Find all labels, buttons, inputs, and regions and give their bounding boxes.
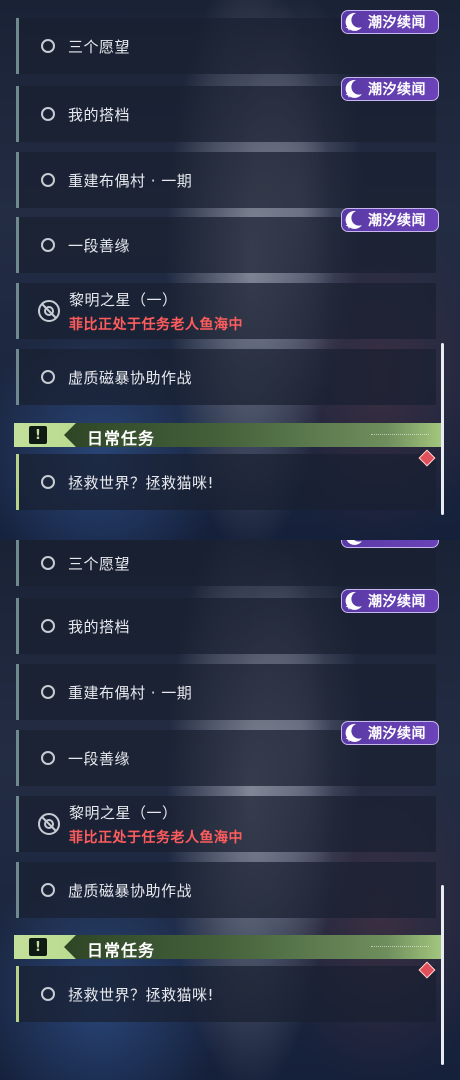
quest-row[interactable]: 虚质磁暴协助作战 — [16, 862, 436, 918]
header-decoration — [371, 946, 429, 950]
quest-list-panel: 潮汐续闻 三个愿望 潮汐续闻 我的搭档 重建布偶村 · 一期 潮汐续闻 一段善缘… — [0, 0, 460, 540]
badge-label: 潮汐续闻 — [368, 15, 426, 31]
header-decoration — [371, 434, 429, 438]
quest-title: 黎明之星（一） — [69, 803, 178, 822]
daily-quest-row[interactable]: 拯救世界？拯救猫咪! — [16, 966, 436, 1022]
tidal-news-badge[interactable]: 潮汐续闻 — [341, 10, 439, 34]
circle-outline-icon — [41, 238, 55, 252]
circle-outline-icon — [41, 39, 55, 53]
exclamation-icon: ! — [29, 938, 47, 956]
circle-outline-icon — [41, 685, 55, 699]
circle-outline-icon — [41, 556, 55, 570]
tidal-news-badge[interactable] — [341, 540, 439, 548]
circle-outline-icon — [41, 107, 55, 121]
quest-title: 虚质磁暴协助作战 — [68, 368, 193, 387]
daily-quests-header[interactable]: ! 日常任务 — [14, 935, 444, 960]
tidal-news-badge[interactable]: 潮汐续闻 — [341, 77, 439, 101]
scrollbar[interactable] — [441, 343, 444, 515]
quest-title: 一段善缘 — [68, 749, 131, 768]
quest-title: 黎明之星（一） — [69, 290, 178, 309]
tidal-news-badge[interactable]: 潮汐续闻 — [341, 721, 439, 745]
section-title: 日常任务 — [87, 941, 156, 960]
quest-title: 三个愿望 — [68, 37, 131, 56]
section-title: 日常任务 — [87, 429, 156, 448]
quest-title: 一段善缘 — [68, 236, 131, 255]
circle-outline-icon — [41, 883, 55, 897]
circle-outline-icon — [41, 173, 55, 187]
circle-outline-icon — [41, 751, 55, 765]
tidal-news-badge[interactable]: 潮汐续闻 — [341, 589, 439, 613]
quest-title: 拯救世界？拯救猫咪! — [68, 985, 215, 1004]
exclamation-icon: ! — [29, 426, 47, 444]
quest-title: 我的搭档 — [68, 105, 131, 124]
badge-label: 潮汐续闻 — [368, 213, 426, 229]
moon-sparkle-icon — [345, 12, 362, 31]
badge-label: 潮汐续闻 — [368, 726, 426, 742]
blocked-icon — [38, 300, 60, 322]
moon-sparkle-icon — [346, 540, 362, 545]
badge-label: 潮汐续闻 — [368, 594, 426, 610]
quest-row[interactable]: 重建布偶村 · 一期 — [16, 664, 436, 720]
quest-row[interactable]: 虚质磁暴协助作战 — [16, 349, 436, 405]
quest-title: 虚质磁暴协助作战 — [68, 881, 193, 900]
quest-title: 三个愿望 — [68, 554, 131, 573]
quest-title: 拯救世界？拯救猫咪! — [68, 473, 215, 492]
circle-outline-icon — [41, 370, 55, 384]
badge-label: 潮汐续闻 — [368, 82, 426, 98]
moon-sparkle-icon — [345, 79, 362, 98]
circle-outline-icon — [41, 619, 55, 633]
moon-sparkle-icon — [345, 591, 362, 610]
scrollbar[interactable] — [441, 885, 444, 1065]
moon-sparkle-icon — [345, 210, 362, 229]
circle-outline-icon — [41, 987, 55, 1001]
tidal-news-badge[interactable]: 潮汐续闻 — [341, 208, 439, 232]
quest-title: 我的搭档 — [68, 617, 131, 636]
quest-row[interactable]: 黎明之星（一） 菲比正处于任务老人鱼海中 — [16, 283, 436, 339]
moon-sparkle-icon — [345, 723, 362, 742]
quest-title: 重建布偶村 · 一期 — [68, 171, 193, 190]
daily-quest-row[interactable]: 拯救世界？拯救猫咪! — [16, 454, 436, 510]
quest-warning: 菲比正处于任务老人鱼海中 — [69, 829, 243, 846]
quest-row[interactable]: 重建布偶村 · 一期 — [16, 152, 436, 208]
quest-title: 重建布偶村 · 一期 — [68, 683, 193, 702]
circle-outline-icon — [41, 475, 55, 489]
quest-list-panel: 三个愿望 潮汐续闻 我的搭档 重建布偶村 · 一期 潮汐续闻 一段善缘 黎明之星… — [0, 540, 460, 1080]
quest-row[interactable]: 黎明之星（一） 菲比正处于任务老人鱼海中 — [16, 796, 436, 852]
blocked-icon — [38, 813, 60, 835]
quest-warning: 菲比正处于任务老人鱼海中 — [69, 316, 243, 333]
daily-quests-header[interactable]: ! 日常任务 — [14, 423, 444, 448]
